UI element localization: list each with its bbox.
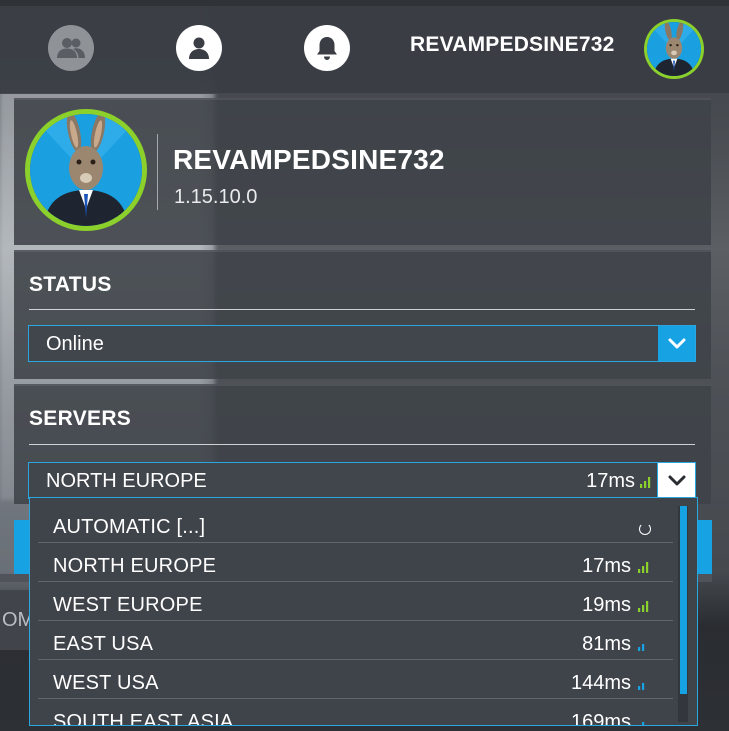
chevron-down-icon[interactable] xyxy=(657,463,695,498)
server-option-name: NORTH EUROPE xyxy=(53,555,217,577)
topbar-username[interactable]: REVAMPEDSINE732 xyxy=(410,33,615,57)
loading-spinner-icon xyxy=(639,523,651,535)
top-bar: REVAMPEDSINE732 xyxy=(0,0,729,94)
servers-panel: SERVERS NORTH EUROPE 17ms xyxy=(14,384,711,504)
status-title: STATUS xyxy=(29,273,112,296)
profile-divider xyxy=(157,134,158,210)
rabbit-avatar-icon xyxy=(30,114,142,226)
server-option[interactable]: WEST USA 144ms xyxy=(38,660,673,699)
status-panel: STATUS Online xyxy=(14,250,711,379)
profile-panel: REVAMPEDSINE732 1.15.10.0 xyxy=(14,98,711,245)
notifications-icon[interactable] xyxy=(304,25,350,71)
signal-strong-icon xyxy=(640,475,651,493)
server-option-ping: 81ms xyxy=(582,633,631,655)
server-option-name: SOUTH EAST ASIA xyxy=(53,711,234,726)
signal-weak-icon xyxy=(638,677,649,695)
server-option[interactable]: EAST USA 81ms xyxy=(38,621,673,660)
status-divider xyxy=(29,309,695,310)
server-option-ping: 19ms xyxy=(582,594,631,616)
server-option-ping: 169ms xyxy=(570,711,631,726)
profile-avatar xyxy=(30,114,142,226)
friends-icon[interactable] xyxy=(48,25,94,71)
scrollbar-thumb[interactable] xyxy=(680,506,687,694)
profile-name: REVAMPEDSINE732 xyxy=(173,144,445,175)
server-dropdown-list[interactable]: AUTOMATIC [...] NORTH EUROPE 17ms WEST E… xyxy=(29,497,698,726)
server-option-name: WEST EUROPE xyxy=(53,594,203,616)
rabbit-avatar-icon xyxy=(647,22,701,76)
signal-strong-icon xyxy=(638,560,649,578)
selected-server: NORTH EUROPE xyxy=(46,470,207,492)
signal-weak-icon xyxy=(638,716,649,725)
server-option[interactable]: WEST EUROPE 19ms xyxy=(38,582,673,621)
profile-icon[interactable] xyxy=(176,25,222,71)
chevron-down-icon[interactable] xyxy=(658,326,695,361)
server-option-name: EAST USA xyxy=(53,633,154,655)
servers-divider xyxy=(29,444,695,445)
status-value: Online xyxy=(46,333,104,355)
selected-server-ping: 17ms xyxy=(586,470,635,492)
server-option[interactable]: NORTH EUROPE 17ms xyxy=(38,543,673,582)
topbar-avatar[interactable] xyxy=(647,22,701,76)
server-option[interactable]: SOUTH EAST ASIA 169ms xyxy=(38,699,673,726)
server-option-name: WEST USA xyxy=(53,672,159,694)
signal-strong-icon xyxy=(638,599,649,617)
status-select[interactable]: Online xyxy=(28,325,696,362)
server-select[interactable]: NORTH EUROPE 17ms xyxy=(28,462,696,499)
server-option-ping: 17ms xyxy=(582,555,631,577)
server-option-ping: 144ms xyxy=(570,672,631,694)
top-bar-edge xyxy=(0,0,729,6)
server-option-name: AUTOMATIC [...] xyxy=(53,516,206,538)
version-number: 1.15.10.0 xyxy=(174,186,258,208)
signal-weak-icon xyxy=(638,638,649,656)
server-option[interactable]: AUTOMATIC [...] xyxy=(38,504,673,543)
servers-title: SERVERS xyxy=(29,407,132,430)
